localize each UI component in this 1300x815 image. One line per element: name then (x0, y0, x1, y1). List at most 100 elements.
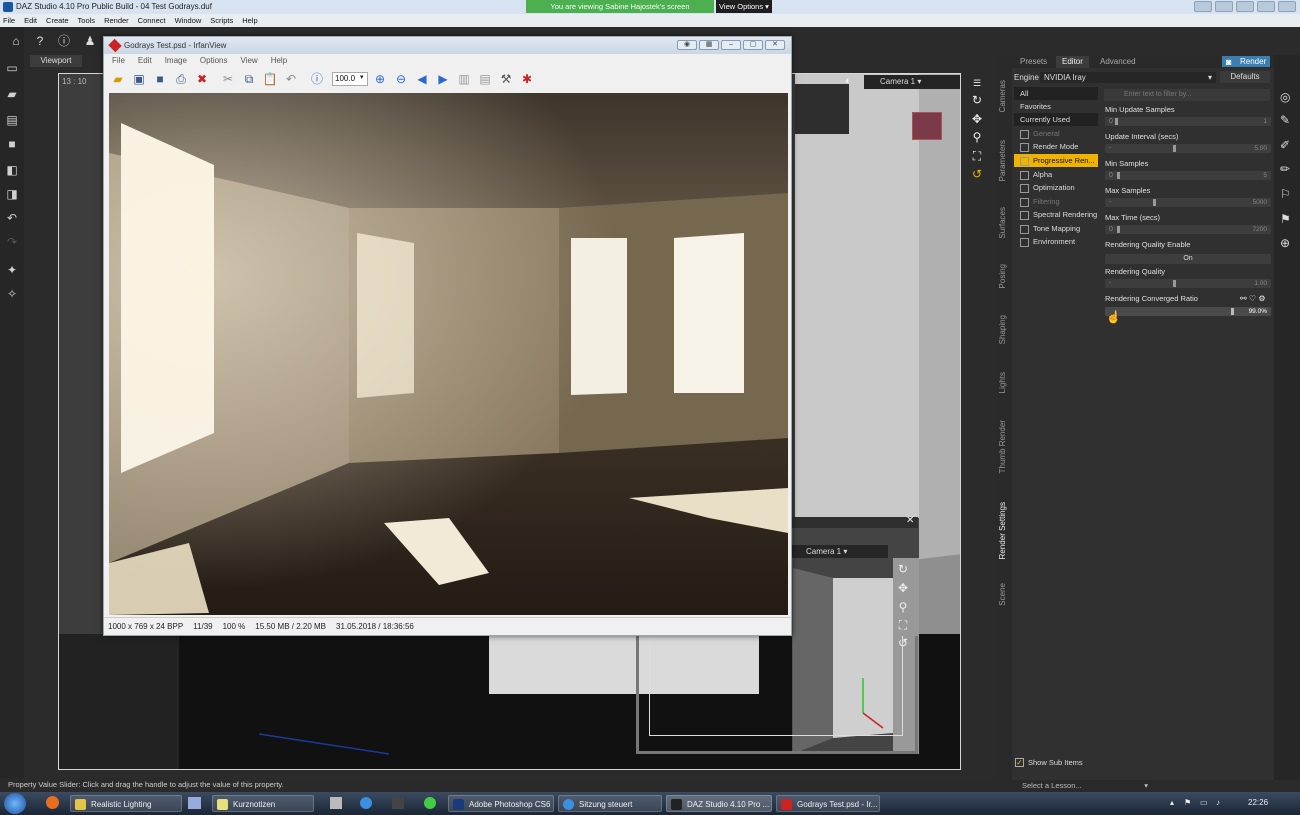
explorer-icon[interactable] (188, 797, 201, 809)
menu-tools[interactable]: Tools (78, 14, 96, 27)
tray-arrow-icon[interactable]: ▴ (1170, 798, 1174, 807)
filter-input[interactable]: Enter text to filter by... (1104, 89, 1270, 101)
update-interval-slider[interactable]: - 5.00 (1105, 144, 1271, 153)
tab-shaping[interactable]: Shaping (998, 315, 1007, 344)
category-spectral-rendering[interactable]: Spectral Rendering (1014, 208, 1098, 221)
slider-knob[interactable] (1173, 280, 1176, 287)
zoom-out-icon[interactable]: ⊖ (393, 71, 409, 87)
irfan-menu-file[interactable]: File (112, 54, 125, 68)
taskbar-irfanview[interactable]: Godrays Test.psd - Ir... (776, 795, 880, 812)
min-samples-slider[interactable]: 05 (1105, 171, 1271, 180)
undo-icon[interactable]: ↶ (283, 71, 299, 87)
tab-surfaces[interactable]: Surfaces (998, 207, 1007, 239)
reset-icon[interactable]: ↺ (970, 167, 984, 181)
redo-icon[interactable]: ↷ (5, 235, 19, 249)
rendering-quality-slider[interactable]: - 1.00 (1105, 279, 1271, 288)
monitor-icon[interactable] (392, 797, 404, 809)
merge-icon[interactable]: ▤ (5, 113, 19, 127)
rendering-quality-toggle[interactable]: On (1105, 254, 1271, 264)
tab-thumb-render[interactable]: Thumb Render (998, 420, 1007, 473)
walk-icon[interactable]: ⚐ (1280, 187, 1291, 201)
tab-parameters[interactable]: Parameters (998, 140, 1007, 181)
menu-connect[interactable]: Connect (138, 14, 166, 27)
save-icon[interactable]: ■ (152, 71, 168, 87)
show-sub-items-checkbox[interactable]: ✓ (1015, 758, 1024, 767)
windows-start-icon[interactable] (4, 793, 26, 814)
aux-close-icon[interactable]: ✕ (906, 515, 914, 526)
viewport-tab[interactable]: Viewport (30, 55, 82, 67)
lesson-select[interactable]: Select a Lesson... ▾ (1012, 780, 1152, 792)
maximize-icon[interactable]: ▢ (743, 40, 763, 50)
last-page-icon[interactable]: ▤ (477, 71, 493, 87)
open-icon[interactable]: ▰ (110, 71, 126, 87)
scene-icon[interactable]: ⌂ (8, 33, 24, 49)
taskbar-photoshop[interactable]: Adobe Photoshop CS6 (448, 795, 554, 812)
taskbar-sitzung[interactable]: Sitzung steuert (558, 795, 662, 812)
menu-create[interactable]: Create (46, 14, 69, 27)
figure-tool-icon[interactable]: ✦ (5, 263, 19, 277)
category-progressive-rendering[interactable]: Progressive Ren... (1014, 154, 1098, 167)
previous-icon[interactable]: ◀ (414, 71, 430, 87)
globe-icon[interactable]: ⊕ (1280, 236, 1290, 250)
pose-tool-icon[interactable]: ✧ (5, 287, 19, 301)
irfan-menu-help[interactable]: Help (271, 54, 287, 68)
viewport-menu-icon[interactable]: ☰ (970, 78, 984, 89)
orbit-icon[interactable]: ↻ (970, 93, 984, 107)
link-icon[interactable]: ⚯ ♡ ⚙ (1240, 294, 1266, 303)
maximize-icon[interactable] (1257, 1, 1275, 12)
settings-icon[interactable] (1215, 1, 1233, 12)
category-all[interactable]: All (1014, 87, 1098, 100)
view-options-button[interactable]: View Options ▾ (716, 0, 772, 13)
max-time-slider[interactable]: 0 7200 (1105, 225, 1271, 234)
print-icon[interactable]: ⎙ (173, 71, 189, 87)
figure-pose-icon[interactable]: ⚑ (1280, 212, 1291, 226)
menu-scripts[interactable]: Scripts (210, 14, 233, 27)
menu-help[interactable]: Help (242, 14, 257, 27)
category-render-mode[interactable]: Render Mode (1014, 140, 1098, 153)
menu-render[interactable]: Render (104, 14, 129, 27)
first-page-icon[interactable]: ▥ (456, 71, 472, 87)
edit-icon[interactable]: ✐ (1280, 138, 1290, 152)
undo-icon[interactable]: ↶ (5, 211, 19, 225)
category-favorites[interactable]: Favorites (1014, 100, 1098, 113)
save-icon[interactable]: ■ (5, 137, 19, 151)
aux-pan-icon[interactable]: ✥ (896, 581, 910, 595)
menu-file[interactable]: File (3, 14, 15, 27)
min-update-samples-slider[interactable]: 01 (1105, 117, 1271, 126)
export-icon[interactable]: ◨ (5, 187, 19, 201)
menu-window[interactable]: Window (175, 14, 202, 27)
converged-ratio-slider[interactable]: 99.0% (1105, 307, 1271, 316)
max-samples-slider[interactable]: - 5000 (1105, 198, 1271, 207)
taskbar-kurznotizen[interactable]: Kurznotizen (212, 795, 314, 812)
tray-flag-icon[interactable]: ⚑ (1184, 798, 1191, 807)
render-button[interactable]: ◙ Render (1222, 56, 1270, 67)
tool-icon[interactable]: ✏ (1280, 162, 1290, 176)
brush-icon[interactable]: ✎ (1280, 113, 1290, 127)
info-icon[interactable]: ⓘ (309, 71, 325, 87)
close-icon[interactable]: ✕ (765, 40, 785, 50)
slideshow-icon[interactable]: ▣ (131, 71, 147, 87)
whats-this-icon[interactable]: ? (32, 33, 48, 49)
irfan-menu-edit[interactable]: Edit (138, 54, 152, 68)
defaults-button[interactable]: Defaults (1220, 71, 1270, 83)
next-icon[interactable]: ▶ (435, 71, 451, 87)
zoom-icon[interactable]: ⚲ (970, 130, 984, 144)
eye-icon[interactable]: ◉ (677, 40, 697, 50)
browser-icon[interactable] (360, 797, 372, 809)
tab-advanced[interactable]: Advanced (1094, 56, 1142, 68)
category-optimization[interactable]: Optimization (1014, 181, 1098, 194)
camera-selector[interactable]: Camera 1 ▾ (864, 75, 960, 89)
view-cube-icon[interactable] (912, 112, 942, 140)
irfanview-logo-icon[interactable]: ✱ (519, 71, 535, 87)
engine-select[interactable]: NVIDIA Iray ▾ (1040, 72, 1216, 83)
taskbar-realistic-lighting[interactable]: Realistic Lighting (70, 795, 182, 812)
tab-cameras[interactable]: Cameras (998, 80, 1007, 112)
aux-frame-icon[interactable]: ⛶ (896, 618, 910, 633)
chrome-icon[interactable] (424, 797, 436, 809)
irfan-menu-options[interactable]: Options (200, 54, 228, 68)
new-file-icon[interactable]: ▭ (5, 61, 19, 75)
minimize-icon[interactable]: – (721, 40, 741, 50)
copy-icon[interactable]: ⧉ (241, 71, 257, 87)
category-filtering[interactable]: Filtering (1014, 195, 1098, 208)
aux-camera-selector[interactable]: Camera 1 ▾ (792, 545, 888, 558)
